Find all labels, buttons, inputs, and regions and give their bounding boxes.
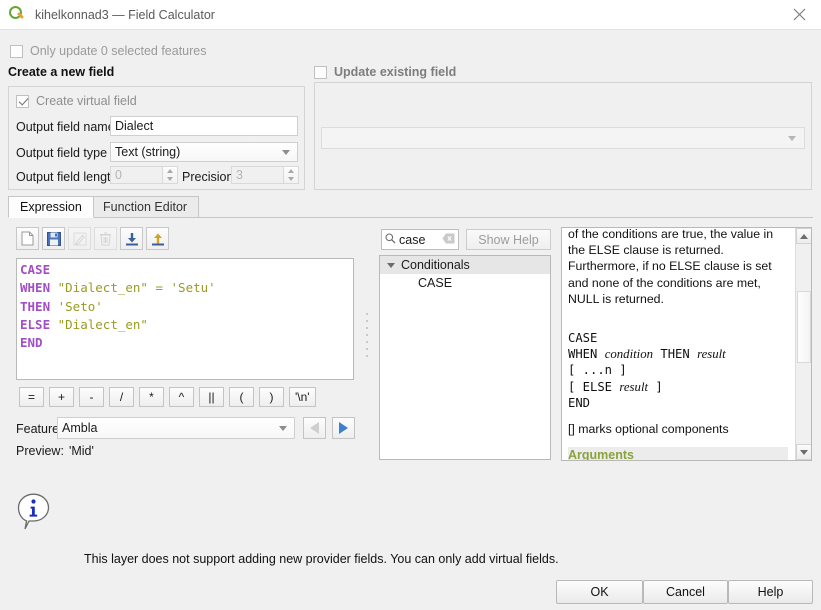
update-existing-field-value: [322, 128, 328, 142]
operator-button-divide[interactable]: /: [109, 387, 134, 407]
help-syntax-line: END: [568, 396, 591, 411]
output-field-length-stepper[interactable]: [163, 166, 178, 184]
help-arguments-heading: Arguments: [568, 447, 788, 460]
create-virtual-field-checkbox[interactable]: Create virtual field: [16, 94, 137, 108]
tab-expression[interactable]: Expression: [8, 196, 94, 218]
next-feature-icon[interactable]: [332, 417, 355, 439]
trash-icon: [94, 227, 117, 250]
checkbox-box: [16, 94, 29, 108]
tree-item-case[interactable]: CASE: [380, 274, 550, 292]
tree-group-conditionals[interactable]: Conditionals: [380, 256, 550, 274]
expression-line: CASE: [20, 262, 51, 277]
chevron-down-icon: [279, 426, 287, 431]
export-upload-icon[interactable]: [146, 227, 169, 250]
scroll-up-icon[interactable]: [796, 228, 811, 244]
help-panel: of the conditions are true, the value in…: [561, 227, 812, 461]
operator-button-multiply[interactable]: *: [139, 387, 164, 407]
scrollbar-thumb[interactable]: [797, 291, 811, 363]
output-field-length-input[interactable]: 0: [110, 166, 163, 184]
clear-search-icon[interactable]: [442, 233, 455, 247]
operator-button-minus[interactable]: -: [79, 387, 104, 407]
precision-label: Precision: [182, 170, 234, 184]
operator-button-open-paren[interactable]: (: [229, 387, 254, 407]
operator-button-close-paren[interactable]: ): [259, 387, 284, 407]
operator-button-newline[interactable]: '\n': [289, 387, 316, 407]
operator-button-row: = + - / * ^ || ( ) '\n': [19, 387, 316, 407]
import-download-icon[interactable]: [120, 227, 143, 250]
help-syntax-line: CASE: [568, 330, 598, 345]
help-syntax-line: [ ...n ]: [568, 363, 627, 378]
status-message: This layer does not support adding new p…: [84, 552, 559, 566]
operator-button-equals[interactable]: =: [19, 387, 44, 407]
search-value: case: [399, 232, 426, 247]
tab-bar: Expression Function Editor: [8, 196, 813, 218]
stepper-down-icon: [288, 177, 294, 181]
help-syntax-line: WHEN condition THEN result: [568, 347, 726, 362]
stepper-up-icon: [288, 169, 294, 173]
output-field-name-input[interactable]: Dialect: [110, 116, 298, 136]
function-tree[interactable]: Conditionals CASE: [379, 255, 551, 460]
help-optional-note: [] marks optional components: [568, 421, 729, 436]
previous-feature-icon[interactable]: [303, 417, 326, 439]
stepper-up-icon: [167, 169, 173, 173]
tab-function-editor[interactable]: Function Editor: [91, 196, 200, 218]
precision-input[interactable]: 3: [231, 166, 284, 184]
stepper-down-icon: [167, 177, 173, 181]
only-update-selected-label: Only update 0 selected features: [30, 44, 207, 58]
cancel-button[interactable]: Cancel: [643, 580, 728, 604]
operator-button-concat[interactable]: ||: [199, 387, 224, 407]
scroll-down-icon[interactable]: [796, 444, 811, 460]
qgis-logo-icon: [9, 6, 26, 23]
save-icon[interactable]: [42, 227, 65, 250]
preview-value: 'Mid': [68, 444, 94, 458]
output-field-type-combo[interactable]: Text (string): [110, 142, 298, 162]
operator-button-plus[interactable]: +: [49, 387, 74, 407]
checkbox-box: [10, 44, 23, 58]
search-icon: [385, 232, 396, 247]
create-virtual-field-label: Create virtual field: [36, 94, 137, 108]
feature-label: Feature: [16, 422, 60, 436]
help-paragraph: the ELSE clause is returned. Furthermore…: [568, 243, 772, 307]
help-partial-line: of the conditions are true, the value in: [568, 228, 774, 241]
update-existing-field-label: Update existing field: [334, 65, 457, 79]
search-input[interactable]: case: [381, 229, 459, 250]
close-icon[interactable]: [777, 0, 821, 29]
help-syntax-line: [ ELSE result ]: [568, 379, 663, 394]
expression-line: THEN 'Seto': [20, 298, 103, 314]
info-icon: [17, 493, 50, 531]
output-field-name-label: Output field name: [16, 120, 115, 134]
help-scrollbar[interactable]: [795, 228, 811, 460]
feature-value: Ambla: [62, 421, 98, 435]
edit-pencil-icon: [68, 227, 91, 250]
expression-line: WHEN "Dialect_en" = 'Setu': [20, 280, 216, 296]
new-file-icon[interactable]: [16, 227, 39, 250]
expression-line: ELSE "Dialect_en": [20, 316, 148, 332]
update-existing-field-combo[interactable]: [321, 127, 805, 149]
output-field-type-value: Text (string): [115, 145, 181, 159]
preview-label: Preview:: [16, 444, 64, 458]
chevron-down-icon: [387, 262, 395, 268]
chevron-down-icon: [282, 150, 290, 155]
preview-row: Preview: 'Mid': [16, 444, 94, 458]
expression-input[interactable]: CASE WHEN "Dialect_en" = 'Setu' THEN 'Se…: [16, 258, 354, 380]
chevron-down-icon: [788, 136, 796, 141]
title-bar: kihelkonnad3 — Field Calculator: [0, 0, 821, 30]
help-button[interactable]: Help: [728, 580, 813, 604]
output-field-type-label: Output field type: [16, 146, 108, 160]
precision-stepper[interactable]: [284, 166, 299, 184]
feature-combo[interactable]: Ambla: [57, 417, 295, 439]
expression-line: END: [20, 335, 43, 351]
tree-group-label: Conditionals: [401, 258, 470, 272]
only-update-selected-checkbox[interactable]: Only update 0 selected features: [10, 44, 207, 58]
window-title: kihelkonnad3 — Field Calculator: [35, 7, 215, 22]
checkbox-box: [314, 65, 327, 79]
create-new-field-heading: Create a new field: [8, 65, 115, 79]
operator-button-power[interactable]: ^: [169, 387, 194, 407]
update-existing-field-checkbox[interactable]: Update existing field: [314, 65, 456, 79]
output-field-length-label: Output field length: [16, 170, 118, 184]
expression-toolbar: [16, 227, 169, 250]
ok-button[interactable]: OK: [556, 580, 643, 604]
show-help-button[interactable]: Show Help: [466, 229, 551, 250]
panel-splitter-handle[interactable]: [366, 313, 369, 357]
